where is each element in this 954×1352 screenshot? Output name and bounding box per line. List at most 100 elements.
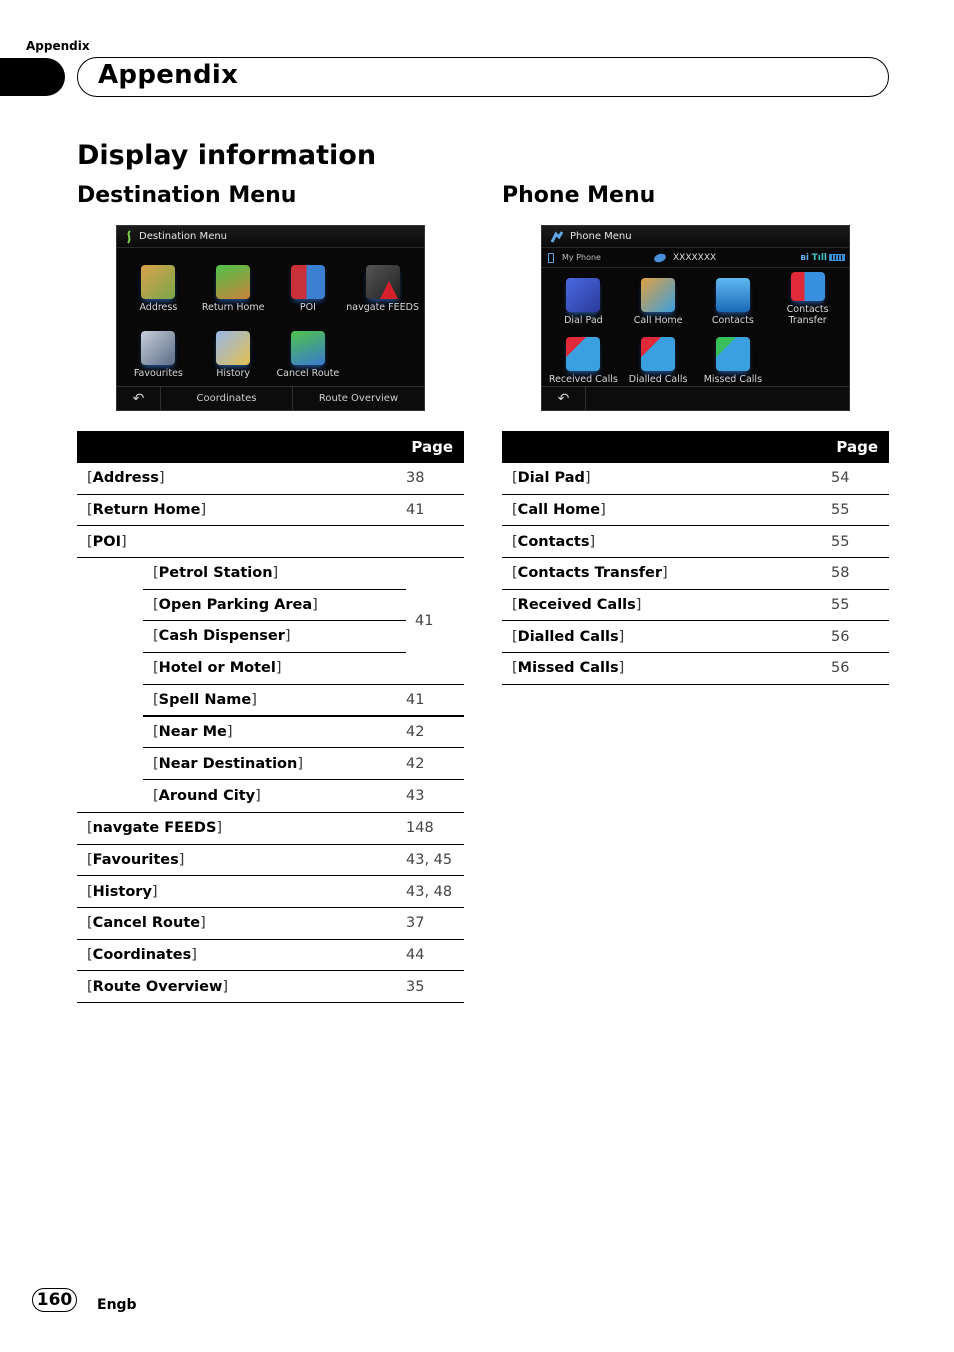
row-page: 43, 45 [406,851,453,868]
row-label: [Address] [77,470,406,486]
page-number: 160 [32,1288,77,1312]
contacts-transfer-icon [790,272,825,302]
label-text: Received Calls [517,597,636,614]
menu-tile-cancel-route[interactable]: Cancel Route [271,318,346,384]
label-text: History [92,883,152,900]
table-subrow: [Near Me] 42 [143,717,464,749]
signal-strength-icon: Tıll [811,252,827,263]
table-header: Page [502,431,889,463]
received-calls-icon [566,337,601,372]
row-page: 42 [406,755,425,772]
screen-title-bar: Phone Menu [542,226,849,248]
row-page: 35 [406,978,425,995]
back-button[interactable]: ↶ [542,387,586,410]
label-text: Contacts [517,533,590,550]
table-row: [Return Home] 41 [77,495,464,527]
label-text: Contacts Transfer [517,565,662,582]
table-row: [Cancel Route] 37 [77,908,464,940]
bracket-close: ] [251,691,257,708]
label-text: Dial Pad [517,470,585,487]
bracket-close: ] [618,628,625,645]
route-overview-button[interactable]: Route Overview [293,387,424,410]
bracket-close: ] [284,628,291,645]
row-page: 44 [406,946,425,963]
menu-tile-favourites[interactable]: Favourites [121,318,196,384]
table-subrow: [Spell Name] 41 [143,685,464,717]
page-column-header: Page [836,438,878,456]
row-label: [Contacts] [502,534,831,550]
poi-category-group: [Petrol Station] [Open Parking Area] [Cash… [143,558,464,686]
row-page: 55 [831,597,850,614]
screen-bottom-bar: ↶ Coordinates Route Overview [117,386,424,410]
row-page: 56 [831,660,850,677]
dialled-calls-icon [641,337,676,372]
label-text: Missed Calls [517,660,619,677]
label-text: Hotel or Motel [158,660,276,677]
bracket-close: ] [255,787,261,804]
table-header: Page [77,431,464,463]
menu-tile-dialled-calls[interactable]: Dialled Calls [621,331,696,390]
bracket-close: ] [191,946,197,963]
row-page: 56 [831,628,850,645]
device-name: My Phone [562,253,601,262]
table-subrow: [Hotel or Motel] [143,653,406,685]
row-page: 148 [406,820,434,837]
menu-tile-received-calls[interactable]: Received Calls [546,331,621,390]
row-label: [Cash Dispenser] [143,628,291,644]
menu-tile-history[interactable]: History [196,318,271,384]
row-label: [Hotel or Motel] [143,660,282,676]
menu-tile-contacts[interactable]: Contacts [696,272,771,331]
menu-tile-return-home[interactable]: Return Home [196,252,271,318]
tile-label: Favourites [133,368,183,380]
history-icon [216,331,251,366]
return-home-icon [216,265,251,300]
row-label: [Near Destination] [143,756,406,772]
destination-menu-heading: Destination Menu [77,183,297,208]
row-page: 43 [406,787,425,804]
row-label: [Around City] [143,788,406,804]
bracket-close: ] [200,502,207,519]
bracket-close: ] [600,502,606,519]
row-label: [Dial Pad] [502,470,831,486]
bracket-close: ] [297,755,303,772]
poi-icon [290,265,325,300]
menu-tile-call-home[interactable]: Call Home [621,272,696,331]
table-subrow: [Around City] 43 [143,780,464,812]
section-title: Display information [77,140,377,171]
back-icon: ↶ [132,390,145,407]
missed-calls-icon [715,337,750,372]
table-subrow: [Petrol Station] [143,558,406,590]
back-button[interactable]: ↶ [117,387,161,410]
table-row: [Favourites] 43, 45 [77,845,464,877]
row-label: [Missed Calls] [502,660,831,676]
phone-name: XXXXXXX [673,252,717,263]
bracket-close: ] [589,533,596,550]
menu-tile-poi[interactable]: POI [271,252,346,318]
menu-tile-missed-calls[interactable]: Missed Calls [696,331,771,390]
red-arrow-glyph [379,281,398,300]
battery-icon [829,254,845,261]
table-subrow: [Open Parking Area] [143,590,406,622]
menu-tile-contacts-transfer[interactable]: Contacts Transfer [770,272,845,331]
menu-tile-address[interactable]: Address [121,252,196,318]
phone-status-bar: My Phone XXXXXXX ʙi Tıll [542,248,849,268]
tile-label: Contacts [711,315,754,327]
screen-title-bar: Destination Menu [117,226,424,248]
screen-title: Phone Menu [570,231,632,242]
coordinates-button[interactable]: Coordinates [161,387,293,410]
label-text: Spell Name [158,691,252,708]
tile-label: Address [139,302,178,314]
table-row: [Call Home] 55 [502,495,889,527]
poi-group-page: 41 [415,613,434,630]
page-column-header: Page [411,438,453,456]
tile-label: Contacts Transfer [786,304,829,327]
tile-label: Missed Calls [703,374,763,386]
table-row: [Address] 38 [77,463,464,495]
menu-tile-navgate-feeds[interactable]: navgate FEEDS [345,252,420,318]
bracket-close: ] [151,883,158,900]
label-text: Address [92,470,159,487]
menu-tile-dial-pad[interactable]: Dial Pad [546,272,621,331]
dial-pad-icon [566,278,601,313]
chapter-tab-marker [0,58,65,96]
label-text: navgate FEEDS [92,820,217,837]
